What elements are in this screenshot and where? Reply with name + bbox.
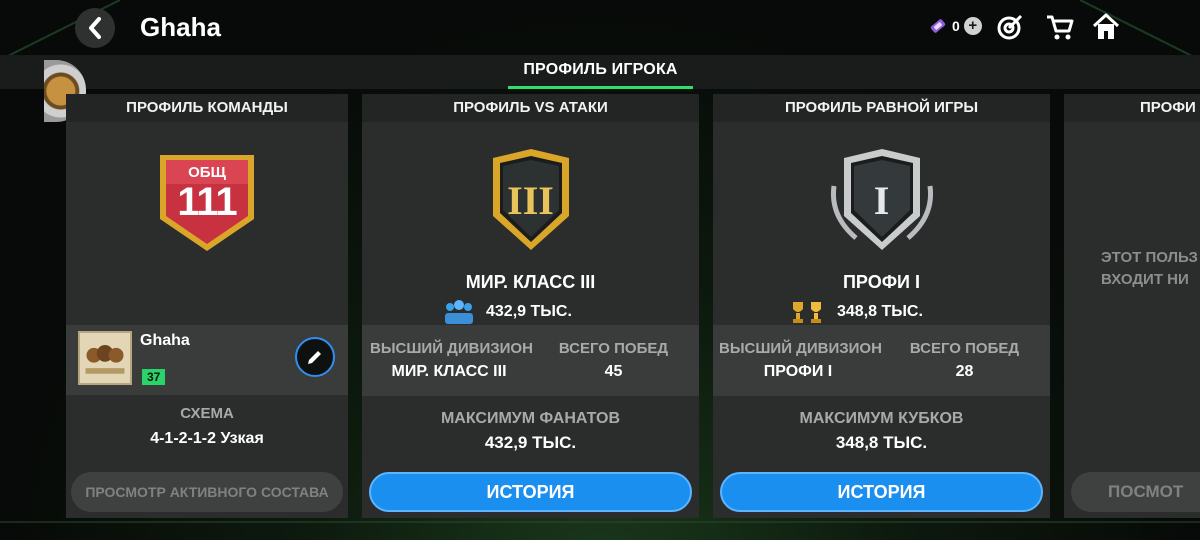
rank-title: ПРОФИ I	[842, 272, 920, 292]
highest-division: ВЫСШИЙ ДИВИЗИОН ПРОФИ I	[719, 340, 882, 381]
view-button[interactable]: ПОСМОТ	[1071, 472, 1200, 512]
max-fans-label: МАКСИМУМ ФАНАТОВ	[440, 410, 621, 427]
rank-title: МИР. КЛАСС III	[465, 272, 596, 292]
edit-button[interactable]	[295, 337, 335, 377]
currency-display[interactable]: 0 +	[928, 16, 982, 36]
vs-attack-profile-card: ПРОФИЛЬ VS АТАКИ III МИР. КЛАСС III 432,…	[362, 94, 699, 518]
cart-icon[interactable]	[1045, 12, 1075, 42]
total-wins-value: 28	[955, 363, 974, 380]
highest-division-value: ПРОФИ I	[763, 363, 833, 380]
max-trophies-label: МАКСИМУМ КУБКОВ	[799, 410, 964, 427]
rank-points: 432,9 ТЫС.	[486, 303, 572, 320]
back-button[interactable]	[75, 8, 115, 48]
max-fans-value: 432,9 ТЫС.	[484, 433, 577, 452]
h2h-profile-card: ПРОФИЛЬ РАВНОЙ ИГРЫ I ПРОФИ I 348,8 ТЫС.…	[713, 94, 1050, 518]
ovr-value: 111	[177, 180, 237, 224]
card-header: ПРОФИЛЬ РАВНОЙ ИГРЫ	[713, 94, 1050, 122]
rank-points-row: 348,8 ТЫС.	[787, 298, 923, 326]
tab-player-profile[interactable]: ПРОФИЛЬ ИГРОКА	[508, 61, 693, 79]
tab-bar: ПРОФИЛЬ ИГРОКА	[0, 55, 1200, 89]
max-trophies-value: 348,8 ТЫС.	[835, 433, 928, 452]
info-text-line2: ВХОДИТ НИ	[1101, 271, 1189, 288]
total-wins: ВСЕГО ПОБЕД 45	[547, 340, 680, 381]
trophy-icon	[793, 302, 821, 323]
highest-division: ВЫСШИЙ ДИВИЗИОН МИР. КЛАСС III	[370, 340, 533, 381]
highest-division-value: МИР. КЛАСС III	[391, 363, 507, 380]
view-active-squad-button[interactable]: ПРОСМОТР АКТИВНОГО СОСТАВА	[71, 472, 343, 512]
ticket-icon	[930, 19, 946, 33]
card-header: ПРОФИЛЬ VS АТАКИ	[362, 94, 699, 122]
history-button[interactable]: ИСТОРИЯ	[720, 472, 1043, 512]
currency-value: 0	[952, 18, 960, 34]
home-icon[interactable]	[1091, 12, 1121, 42]
card-header: ПРОФИЛЬ КОМАНДЫ	[66, 94, 348, 122]
formation-value: 4-1-2-1-2 Узкая	[150, 430, 264, 447]
tab-active-indicator	[508, 86, 693, 89]
total-wins-value: 45	[604, 363, 623, 380]
fans-icon	[445, 300, 473, 324]
level-badge: 37	[142, 369, 166, 385]
club-name: Ghaha	[140, 332, 190, 349]
card-header: ПРОФИ	[1064, 94, 1200, 122]
total-wins-label: ВСЕГО ПОБЕД	[558, 340, 669, 357]
ovr-label: ОБЩ	[188, 164, 226, 181]
rank-points: 348,8 ТЫС.	[837, 303, 923, 320]
info-text-line1: ЭТОТ ПОЛЬЗ	[1101, 249, 1198, 266]
highest-division-label: ВЫСШИЙ ДИВИЗИОН	[719, 340, 882, 357]
club-avatar	[78, 331, 132, 385]
total-wins-label: ВСЕГО ПОБЕД	[909, 340, 1020, 357]
total-wins: ВСЕГО ПОБЕД 28	[898, 340, 1031, 381]
team-profile-card: ПРОФИЛЬ КОМАНДЫ ОБЩ 111 Ghaha 37 СХЕМА 4…	[66, 94, 348, 518]
page-title: Ghaha	[140, 12, 221, 42]
formation-label: СХЕМА	[180, 405, 234, 422]
chevron-left-icon	[89, 17, 101, 39]
rank-points-row: 432,9 ТЫС.	[442, 298, 572, 326]
target-icon[interactable]	[995, 12, 1025, 42]
rank-numeral: I	[873, 178, 890, 223]
rank-numeral: III	[507, 178, 554, 223]
plus-icon[interactable]: +	[963, 17, 982, 35]
partial-profile-card: ПРОФИ ЭТОТ ПОЛЬЗ ВХОДИТ НИ ПОСМОТ	[1064, 94, 1200, 518]
highest-division-label: ВЫСШИЙ ДИВИЗИОН	[370, 340, 533, 357]
history-button[interactable]: ИСТОРИЯ	[369, 472, 692, 512]
top-bar: Ghaha 0 +	[0, 0, 1200, 54]
pencil-icon	[308, 351, 321, 364]
